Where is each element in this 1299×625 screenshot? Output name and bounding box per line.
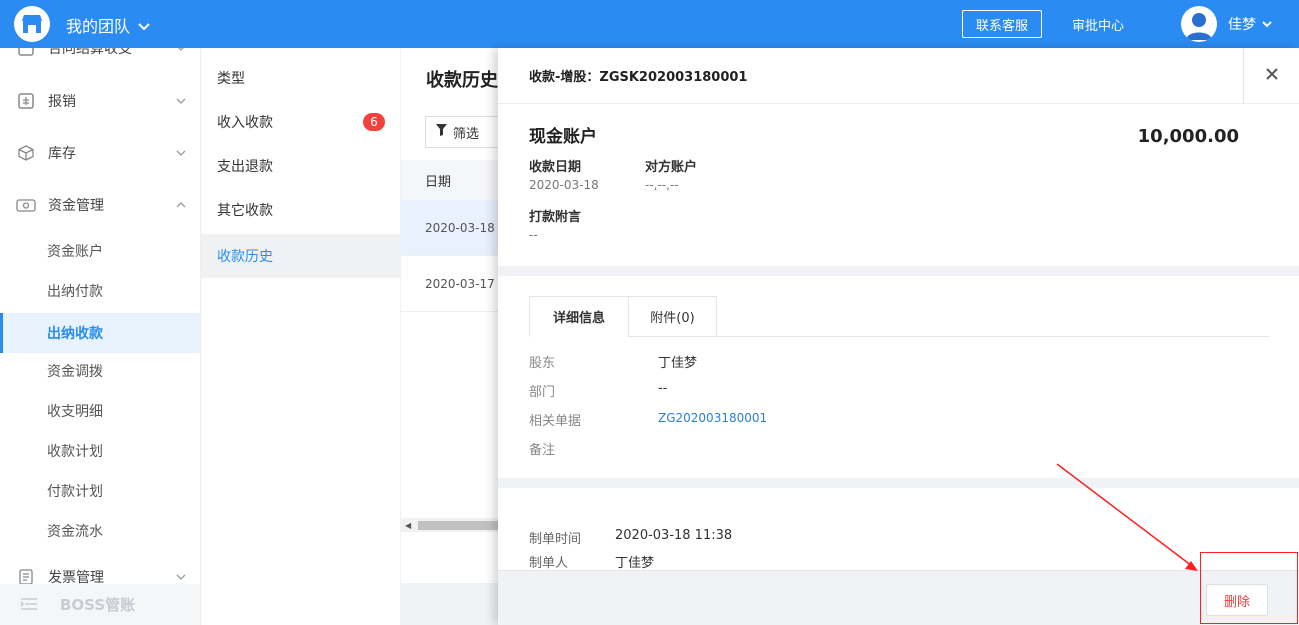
detail-label: 股东 xyxy=(529,356,556,371)
chevron-down-icon xyxy=(175,95,187,107)
user-menu[interactable]: 佳梦 xyxy=(1228,14,1272,34)
meta-value: 2020-03-18 11:38 xyxy=(615,528,733,543)
sidebar-item-label: 资金管理 xyxy=(48,198,104,214)
user-name: 佳梦 xyxy=(1228,17,1256,33)
team-switcher[interactable]: 我的团队 xyxy=(66,13,150,37)
meta-label: 制单人 xyxy=(529,556,569,571)
chevron-up-icon xyxy=(175,199,187,211)
filter-label: 筛选 xyxy=(453,126,480,142)
sidebar-sub-item[interactable]: 资金调拨 xyxy=(0,351,200,391)
chevron-down-icon xyxy=(1262,16,1272,32)
drawer-footer: 删除 xyxy=(498,570,1299,625)
boss-label: BOSS管账 xyxy=(60,596,136,614)
chevron-down-icon xyxy=(175,48,187,54)
type-item-other[interactable]: 其它收款 xyxy=(201,188,401,232)
detail-value: 丁佳梦 xyxy=(658,356,698,371)
receipt-date-value: 2020-03-18 xyxy=(529,178,599,192)
contract-icon xyxy=(16,48,36,58)
sidebar-sub-item[interactable]: 收款计划 xyxy=(0,431,200,471)
details-card: 详细信息 附件(0) 股东 丁佳梦 部门 -- 相关单据 ZG202003180… xyxy=(498,276,1299,478)
sidebar-item-label: 报销 xyxy=(48,94,76,110)
sidebar-sub-item[interactable]: 资金流水 xyxy=(0,511,200,551)
sidebar-sub-item[interactable]: 资金账户 xyxy=(0,231,200,271)
filter-icon xyxy=(436,124,447,140)
detail-drawer: 收款-增股：ZGSK202003180001 现金账户 10,000.00 收款… xyxy=(498,48,1299,625)
detail-label: 部门 xyxy=(529,385,556,400)
account-summary-card: 现金账户 10,000.00 收款日期 2020-03-18 对方账户 --,-… xyxy=(498,104,1299,266)
counter-account-label: 对方账户 xyxy=(645,160,698,175)
tab-attachments[interactable]: 附件(0) xyxy=(628,296,717,337)
detail-tabs: 详细信息 附件(0) xyxy=(529,296,1269,337)
sidebar: 合同结算收支 报销 库存 资金管理 资金账户 出纳付款 出纳收款 资金调拨 收支… xyxy=(0,48,200,625)
type-item-income[interactable]: 收入收款 6 xyxy=(201,100,401,144)
detail-label: 相关单据 xyxy=(529,414,582,429)
scroll-left-icon[interactable]: ◀ xyxy=(405,521,411,530)
sidebar-sub-item[interactable]: 出纳付款 xyxy=(0,271,200,311)
payment-note-label: 打款附言 xyxy=(529,210,582,225)
sidebar-sub-item[interactable]: 付款计划 xyxy=(0,471,200,511)
approval-center-link[interactable]: 审批中心 xyxy=(1072,15,1124,34)
table-row[interactable]: 2020-03-18 xyxy=(401,200,511,256)
contact-support-button[interactable]: 联系客服 xyxy=(962,10,1042,38)
detail-label: 备注 xyxy=(529,443,556,458)
money-icon xyxy=(16,195,36,215)
app-logo-icon[interactable] xyxy=(14,6,50,42)
close-button[interactable] xyxy=(1243,48,1299,104)
drawer-title: 收款-增股：ZGSK202003180001 xyxy=(529,70,748,85)
delete-button[interactable]: 删除 xyxy=(1206,584,1268,616)
close-icon xyxy=(1265,68,1278,84)
sidebar-item-reimburse[interactable]: 报销 xyxy=(0,81,200,121)
related-document-link[interactable]: ZG202003180001 xyxy=(658,411,767,425)
type-item-history[interactable]: 收款历史 xyxy=(201,234,401,278)
receipt-date-label: 收款日期 xyxy=(529,160,582,175)
chevron-down-icon xyxy=(175,571,187,583)
sidebar-item-label: 库存 xyxy=(48,146,76,162)
team-name: 我的团队 xyxy=(66,17,131,36)
reimburse-icon xyxy=(16,91,36,111)
filter-button[interactable]: 筛选 xyxy=(425,116,505,148)
chevron-down-icon xyxy=(175,147,187,159)
meta-label: 制单时间 xyxy=(529,532,582,547)
sidebar-item-inventory[interactable]: 库存 xyxy=(0,133,200,173)
type-column: 类型 收入收款 6 支出退款 其它收款 收款历史 xyxy=(200,48,401,625)
sidebar-sub-item-active[interactable]: 出纳收款 xyxy=(0,313,200,353)
table-row[interactable]: 2020-03-17 xyxy=(401,256,511,312)
menu-collapse-icon xyxy=(20,597,38,615)
detail-value: -- xyxy=(658,381,668,396)
chevron-down-icon xyxy=(138,16,150,35)
sidebar-item-funds[interactable]: 资金管理 xyxy=(0,185,200,225)
page-title: 收款历史 xyxy=(426,70,498,91)
payment-note-value: -- xyxy=(529,228,538,242)
drawer-header: 收款-增股：ZGSK202003180001 xyxy=(498,48,1299,104)
meta-value: 丁佳梦 xyxy=(615,556,655,571)
main-content: 收款历史 筛选 日期 2020-03-18 2020-03-17 ◀ xyxy=(401,48,511,583)
sidebar-sub-item[interactable]: 收支明细 xyxy=(0,391,200,431)
horizontal-scrollbar[interactable]: ◀ xyxy=(401,518,511,532)
account-name: 现金账户 xyxy=(529,127,597,147)
meta-card: 制单时间 2020-03-18 11:38 制单人 丁佳梦 xyxy=(498,488,1299,571)
top-bar: 我的团队 联系客服 审批中心 佳梦 xyxy=(0,0,1299,48)
avatar[interactable] xyxy=(1181,6,1217,42)
boss-ledger-bar[interactable]: BOSS管账 xyxy=(0,584,200,625)
table-header-date: 日期 xyxy=(401,160,511,200)
count-badge: 6 xyxy=(363,113,385,131)
amount: 10,000.00 xyxy=(1137,126,1239,147)
box-icon xyxy=(16,143,36,163)
type-item-label: 收入收款 xyxy=(217,115,273,131)
sidebar-item-label: 合同结算收支 xyxy=(48,48,132,57)
counter-account-value: --,--,-- xyxy=(645,178,679,192)
type-header: 类型 xyxy=(217,71,245,87)
tab-details[interactable]: 详细信息 xyxy=(529,296,629,337)
type-item-refund[interactable]: 支出退款 xyxy=(201,144,401,188)
sidebar-item-contract[interactable]: 合同结算收支 xyxy=(0,48,200,68)
